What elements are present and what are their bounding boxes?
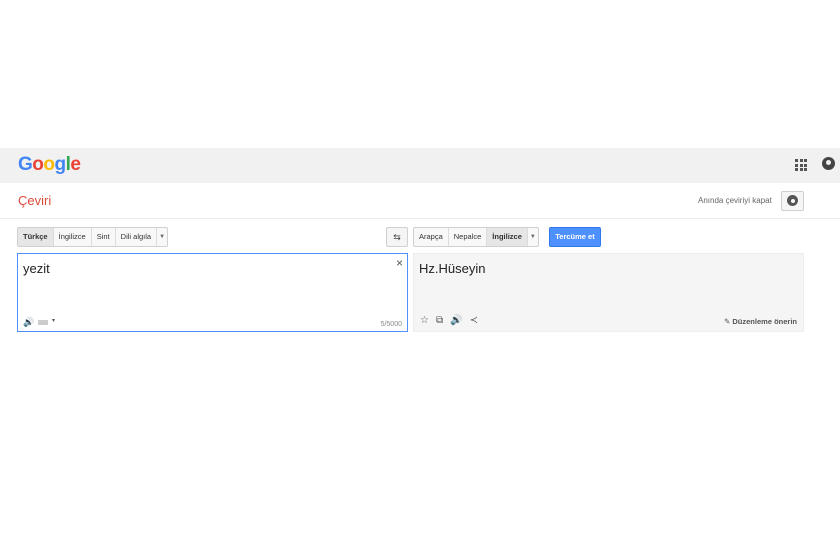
settings-button[interactable] <box>781 191 804 211</box>
source-lang-sindhi[interactable]: Sint <box>92 228 116 246</box>
translation-result-area: Hz.Hüseyin ☆ ⧉ 🔊 ≺ ✎ Düzenleme önerin <box>413 253 804 332</box>
clear-text-icon[interactable]: × <box>396 256 403 270</box>
keyboard-icon[interactable] <box>38 320 48 325</box>
logo-letter: g <box>54 154 67 175</box>
account-icon[interactable] <box>822 157 835 170</box>
character-count: 5/5000 <box>380 321 402 328</box>
swap-languages-button[interactable]: ⇆ <box>386 227 408 247</box>
translation-text: Hz.Hüseyin <box>419 261 486 276</box>
star-icon[interactable]: ☆ <box>420 315 429 326</box>
result-toolbar: ☆ ⧉ 🔊 ≺ <box>420 315 478 326</box>
logo-letter: e <box>70 154 81 175</box>
logo-letter: o <box>43 154 55 175</box>
source-lang-turkish[interactable]: Türkçe <box>18 228 54 246</box>
source-lang-dropdown[interactable]: ▼ <box>157 228 167 246</box>
target-lang-dropdown[interactable]: ▼ <box>528 228 538 246</box>
target-lang-english[interactable]: İngilizce <box>487 228 528 246</box>
translate-button[interactable]: Tercüme et <box>549 227 601 247</box>
logo-letter: o <box>32 154 44 175</box>
gear-icon <box>787 195 798 206</box>
target-lang-nepali[interactable]: Nepalce <box>449 228 488 246</box>
source-text[interactable]: yezit <box>23 261 50 276</box>
swap-icon: ⇆ <box>393 232 401 242</box>
share-icon[interactable]: ≺ <box>470 315 478 326</box>
source-language-bar: Türkçe İngilizce Sint Dili algıla ▼ <box>17 227 169 247</box>
source-lang-english[interactable]: İngilizce <box>54 228 92 246</box>
source-text-area[interactable]: yezit × 🔊 ▾ 5/5000 <box>17 253 408 332</box>
suggest-edit-link[interactable]: ✎ Düzenleme önerin <box>724 317 797 326</box>
suggest-edit-label: Düzenleme önerin <box>732 317 797 326</box>
google-logo[interactable]: Google <box>18 154 81 176</box>
page-title: Çeviri <box>18 193 52 208</box>
top-header-bar <box>0 148 840 183</box>
chevron-down-icon: ▼ <box>159 234 166 240</box>
listen-source-icon[interactable]: 🔊 <box>23 317 34 328</box>
logo-letter: G <box>18 154 33 175</box>
speaker-icon[interactable]: 🔊 <box>450 315 462 326</box>
chevron-down-icon: ▼ <box>529 234 536 240</box>
target-lang-arabic[interactable]: Arapça <box>414 228 449 246</box>
source-lang-detect[interactable]: Dili algıla <box>116 228 158 246</box>
instant-translation-toggle[interactable]: Anında çeviriyi kapat <box>698 196 772 205</box>
target-language-bar: Arapça Nepalce İngilizce ▼ <box>413 227 539 247</box>
chevron-down-icon[interactable]: ▾ <box>52 317 55 324</box>
apps-grid-icon[interactable] <box>795 159 807 171</box>
copy-icon[interactable]: ⧉ <box>436 315 443 326</box>
pencil-icon: ✎ <box>724 317 731 326</box>
